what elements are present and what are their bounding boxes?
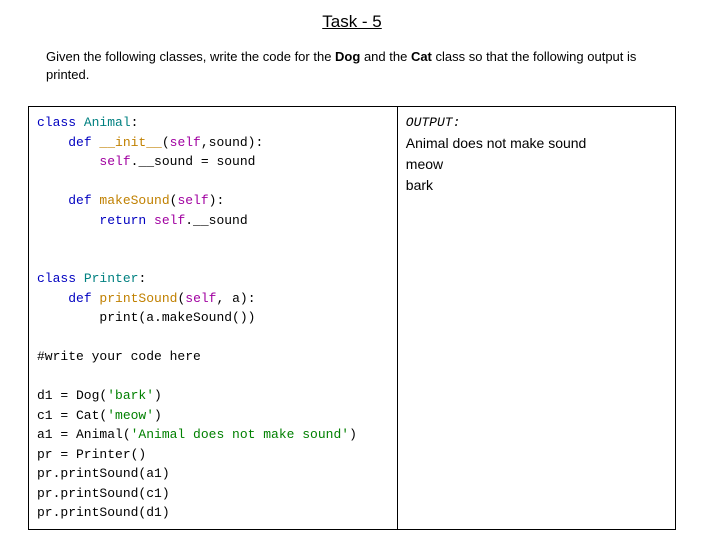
self-kw: self	[177, 193, 208, 208]
self-kw: self	[146, 213, 185, 228]
pad	[37, 310, 99, 325]
str-meow: 'meow'	[107, 408, 154, 423]
def-printsound: printSound	[92, 291, 178, 306]
code-line: pr = Printer()	[37, 447, 146, 462]
code-cell: class Animal: def __init__(self,sound): …	[29, 107, 398, 530]
self-kw: self	[99, 154, 130, 169]
pad	[37, 135, 68, 150]
output-header: OUTPUT:	[406, 113, 667, 133]
paren-close: )	[154, 408, 162, 423]
rest: , a):	[216, 291, 255, 306]
instr-pre: Given the following classes, write the c…	[46, 49, 335, 64]
pad	[37, 154, 99, 169]
def-makesound: makeSound	[92, 193, 170, 208]
def-init: __init__	[92, 135, 162, 150]
colon: :	[138, 271, 146, 286]
output-line-3: bark	[406, 175, 667, 196]
output-line-2: meow	[406, 154, 667, 175]
task-table: class Animal: def __init__(self,sound): …	[28, 106, 676, 530]
code-line: c1 = Cat(	[37, 408, 107, 423]
kw-class: class	[37, 115, 76, 130]
cls-animal: Animal	[76, 115, 131, 130]
paren: (	[162, 135, 170, 150]
pad	[37, 291, 68, 306]
output-cell: OUTPUT: Animal does not make sound meow …	[397, 107, 675, 530]
str-bark: 'bark'	[107, 388, 154, 403]
paren-close: )	[154, 388, 162, 403]
colon: :	[131, 115, 139, 130]
task-title: Task - 5	[28, 12, 676, 32]
rest: .__sound = sound	[131, 154, 256, 169]
self-kw: self	[170, 135, 201, 150]
rest: print(a.makeSound())	[99, 310, 255, 325]
task-instructions: Given the following classes, write the c…	[28, 48, 676, 84]
instr-mid: and the	[360, 49, 411, 64]
pad	[37, 193, 68, 208]
kw-def: def	[68, 193, 91, 208]
instr-cat: Cat	[411, 49, 432, 64]
output-line-1: Animal does not make sound	[406, 133, 667, 154]
code-line: pr.printSound(a1)	[37, 466, 170, 481]
instr-dog: Dog	[335, 49, 360, 64]
cls-printer: Printer	[76, 271, 138, 286]
str-animal: 'Animal does not make sound'	[131, 427, 349, 442]
self-kw: self	[185, 291, 216, 306]
code-line: pr.printSound(c1)	[37, 486, 170, 501]
rest: .__sound	[185, 213, 247, 228]
kw-def: def	[68, 135, 91, 150]
kw-def: def	[68, 291, 91, 306]
rest: ,sound):	[201, 135, 263, 150]
code-line: d1 = Dog(	[37, 388, 107, 403]
rest: ):	[209, 193, 225, 208]
code-line: pr.printSound(d1)	[37, 505, 170, 520]
kw-class: class	[37, 271, 76, 286]
pad	[37, 213, 99, 228]
code-line: a1 = Animal(	[37, 427, 131, 442]
kw-return: return	[99, 213, 146, 228]
comment: #write your code here	[37, 349, 201, 364]
paren-close: )	[349, 427, 357, 442]
